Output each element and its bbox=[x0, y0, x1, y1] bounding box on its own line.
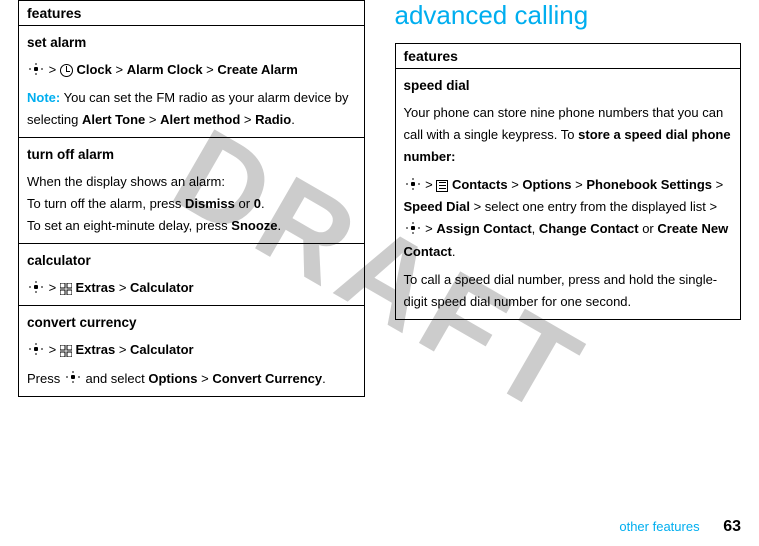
page-footer: other features 63 bbox=[619, 518, 741, 536]
or-label2: or bbox=[642, 221, 654, 236]
zero-key: 0 bbox=[254, 196, 261, 211]
calculator-title: calculator bbox=[27, 250, 356, 273]
table-header-right: features bbox=[396, 44, 741, 69]
clock-label: Clock bbox=[76, 62, 111, 77]
advanced-calling-heading: advanced calling bbox=[395, 0, 742, 31]
clock-icon bbox=[60, 64, 73, 77]
speed-dial-label: Speed Dial bbox=[404, 199, 470, 214]
set-alarm-note: Note: You can set the FM radio as your a… bbox=[27, 87, 356, 131]
snooze-label: Snooze bbox=[231, 218, 277, 233]
contacts-icon bbox=[436, 180, 448, 192]
radio-label: Radio bbox=[255, 112, 291, 127]
options-label2: Options bbox=[522, 177, 571, 192]
alarm-clock-label: Alarm Clock bbox=[127, 62, 203, 77]
center-key-icon bbox=[27, 283, 45, 295]
calculator-path: > Extras > Calculator bbox=[27, 277, 356, 299]
table-header: features bbox=[19, 1, 364, 26]
page-content: features set alarm > Clock > Alarm Clock… bbox=[0, 0, 759, 397]
set-alarm-title: set alarm bbox=[27, 32, 356, 55]
turn-off-line2: To turn off the alarm, press Dismiss or … bbox=[27, 193, 356, 215]
assign-contact: Assign Contact bbox=[436, 221, 531, 236]
convert-title: convert currency bbox=[27, 312, 356, 335]
left-features-table: features set alarm > Clock > Alarm Clock… bbox=[18, 0, 365, 397]
row-calculator: calculator > Extras > Calculator bbox=[19, 244, 364, 306]
calculator-label2: Calculator bbox=[130, 342, 194, 357]
and-select: and select bbox=[85, 371, 144, 386]
contacts-label: Contacts bbox=[452, 177, 508, 192]
center-key-icon bbox=[27, 345, 45, 357]
turn-off-line2a: To turn off the alarm, press bbox=[27, 196, 181, 211]
convert-currency-label: Convert Currency bbox=[212, 371, 322, 386]
row-convert-currency: convert currency > Extras > Calculator P… bbox=[19, 306, 364, 395]
create-alarm-label: Create Alarm bbox=[217, 62, 297, 77]
extras-label2: Extras bbox=[75, 342, 115, 357]
or-label: or bbox=[239, 196, 251, 211]
center-key-icon bbox=[64, 373, 82, 385]
center-key-icon bbox=[404, 180, 422, 192]
turn-off-line3a: To set an eight-minute delay, press bbox=[27, 218, 228, 233]
extras-label: Extras bbox=[75, 280, 115, 295]
select-text: > select one entry from the displayed li… bbox=[474, 199, 718, 214]
footer-section-label: other features bbox=[619, 519, 699, 534]
convert-path: > Extras > Calculator bbox=[27, 339, 356, 361]
alert-method: Alert method bbox=[160, 112, 240, 127]
extras-icon bbox=[60, 283, 72, 295]
speed-dial-path: > Contacts > Options > Phonebook Setting… bbox=[404, 174, 733, 262]
convert-instruction: Press and select Options > Convert Curre… bbox=[27, 368, 356, 390]
right-features-table: features speed dial Your phone can store… bbox=[395, 43, 742, 320]
note-label: Note: bbox=[27, 90, 60, 105]
dismiss-label: Dismiss bbox=[185, 196, 235, 211]
page-number: 63 bbox=[723, 518, 741, 535]
center-key-icon bbox=[404, 224, 422, 236]
speed-dial-intro: Your phone can store nine phone numbers … bbox=[404, 102, 733, 168]
turn-off-title: turn off alarm bbox=[27, 144, 356, 167]
phonebook-settings: Phonebook Settings bbox=[586, 177, 712, 192]
extras-icon bbox=[60, 345, 72, 357]
alert-tone: Alert Tone bbox=[82, 112, 145, 127]
row-set-alarm: set alarm > Clock > Alarm Clock > Create… bbox=[19, 26, 364, 138]
speed-dial-title: speed dial bbox=[404, 75, 733, 98]
speed-dial-call: To call a speed dial number, press and h… bbox=[404, 269, 733, 313]
row-speed-dial: speed dial Your phone can store nine pho… bbox=[396, 69, 741, 319]
press-text: Press bbox=[27, 371, 60, 386]
options-label: Options bbox=[148, 371, 197, 386]
set-alarm-path: > Clock > Alarm Clock > Create Alarm bbox=[27, 59, 356, 81]
left-column: features set alarm > Clock > Alarm Clock… bbox=[18, 0, 365, 397]
right-column: advanced calling features speed dial You… bbox=[395, 0, 742, 397]
change-contact: Change Contact bbox=[539, 221, 639, 236]
turn-off-line1: When the display shows an alarm: bbox=[27, 171, 356, 193]
turn-off-line3: To set an eight-minute delay, press Snoo… bbox=[27, 215, 356, 237]
center-key-icon bbox=[27, 65, 45, 77]
row-turn-off-alarm: turn off alarm When the display shows an… bbox=[19, 138, 364, 244]
calculator-label: Calculator bbox=[130, 280, 194, 295]
